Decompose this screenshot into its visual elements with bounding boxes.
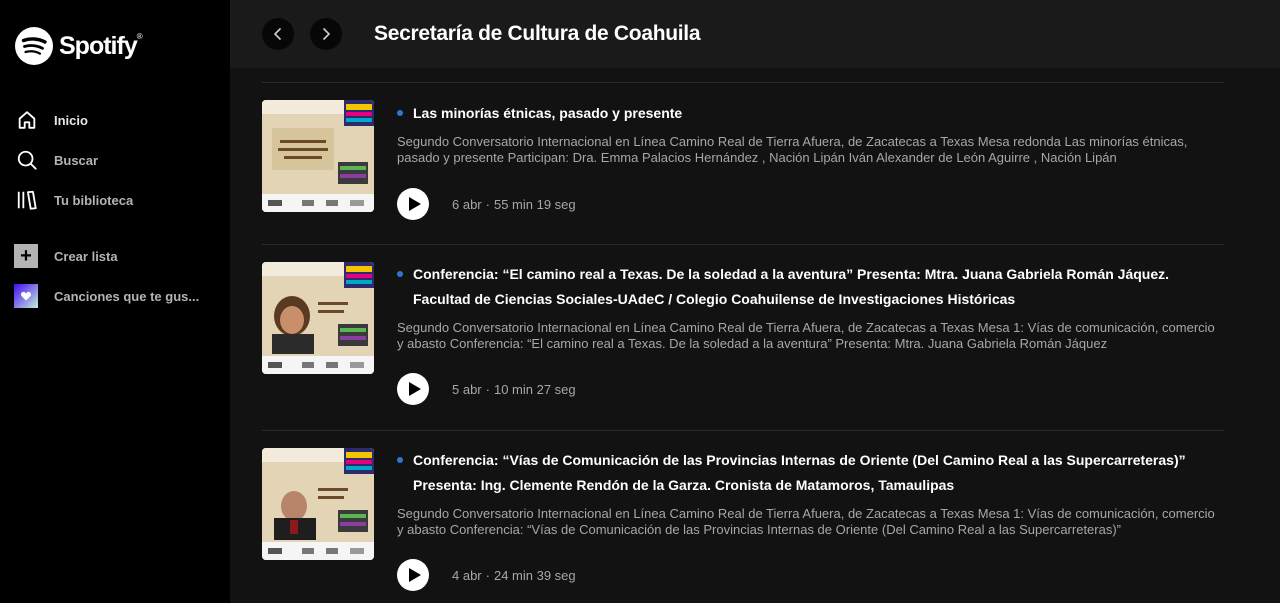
unplayed-dot-icon [397,110,403,116]
search-icon [15,148,39,172]
episode-cover-image[interactable] [262,262,374,374]
play-button[interactable] [397,559,429,591]
chevron-left-icon [273,27,282,41]
play-icon [408,382,421,396]
meta-separator: · [485,381,490,397]
episode-meta: 4 abr · 24 min 39 seg [397,559,576,591]
main-nav: Inicio Buscar Tu biblioteca [0,100,230,220]
episode-date: 5 abr [452,381,482,397]
episode-description: Segundo Conversatorio Internacional en L… [397,320,1215,351]
episode-cover-image[interactable] [262,448,374,560]
play-icon [408,197,421,211]
episode-date-duration: 4 abr · 24 min 39 seg [452,568,576,583]
page-title: Secretaría de Cultura de Coahuila [374,22,701,45]
spotify-logo[interactable]: Spotify® [15,27,143,65]
episode-title-text: Conferencia: “Vías de Comunicación de la… [413,452,1186,493]
unplayed-dot-icon [397,271,403,277]
episode-title[interactable]: Conferencia: “El camino real a Texas. De… [397,262,1224,312]
episode-duration: 55 min 19 seg [493,196,576,212]
episode-cover-image[interactable] [262,100,374,212]
episode-title[interactable]: Conferencia: “Vías de Comunicación de la… [397,448,1224,498]
episode-meta: 5 abr · 10 min 27 seg [397,373,576,405]
episode-description: Segundo Conversatorio Internacional en L… [397,506,1215,537]
heart-icon [14,284,38,308]
liked-songs-button[interactable]: Canciones que te gus... [0,276,230,316]
play-button[interactable] [397,188,429,220]
library-actions: + Crear lista Canciones que te gus... [0,236,230,316]
nav-item-search[interactable]: Buscar [0,140,230,180]
nav-item-library[interactable]: Tu biblioteca [0,180,230,220]
nav-item-home[interactable]: Inicio [0,100,230,140]
episode-body: Las minorías étnicas, pasado y presente … [397,101,1224,166]
nav-label-library: Tu biblioteca [54,192,134,208]
episode-date-duration: 5 abr · 10 min 27 seg [452,382,576,397]
unplayed-dot-icon [397,457,403,463]
episode-row[interactable]: Conferencia: “El camino real a Texas. De… [262,244,1224,430]
episode-duration: 10 min 27 seg [493,381,576,397]
brand-name: Spotify® [59,31,143,60]
episode-date: 4 abr [452,567,482,583]
episode-row[interactable]: Conferencia: “Vías de Comunicación de la… [262,430,1224,603]
back-button[interactable] [262,18,294,50]
liked-songs-label: Canciones que te gus... [54,288,200,304]
episode-date: 6 abr [452,196,482,212]
meta-separator: · [485,567,490,583]
main-view: Secretaría de Cultura de Coahuila Las mi… [230,0,1280,603]
spotify-logo-icon [15,27,53,65]
nav-label-search: Buscar [54,152,99,168]
episode-body: Conferencia: “Vías de Comunicación de la… [397,448,1224,538]
episode-row[interactable]: Las minorías étnicas, pasado y presente … [262,82,1224,244]
sidebar: Spotify® Inicio Buscar Tu biblioteca + C… [0,0,230,603]
nav-label-home: Inicio [54,112,88,128]
top-bar: Secretaría de Cultura de Coahuila [230,0,1280,68]
chevron-right-icon [322,27,331,41]
play-button[interactable] [397,373,429,405]
plus-icon: + [14,244,38,268]
episode-title[interactable]: Las minorías étnicas, pasado y presente [397,101,1224,126]
meta-separator: · [485,196,490,212]
library-icon [15,188,39,212]
episode-title-text: Las minorías étnicas, pasado y presente [413,105,683,121]
create-playlist-button[interactable]: + Crear lista [0,236,230,276]
episode-title-text: Conferencia: “El camino real a Texas. De… [413,266,1170,307]
episode-date-duration: 6 abr · 55 min 19 seg [452,197,576,212]
episode-duration: 24 min 39 seg [493,567,576,583]
episode-body: Conferencia: “El camino real a Texas. De… [397,262,1224,352]
episode-list: Las minorías étnicas, pasado y presente … [262,82,1224,603]
forward-button[interactable] [310,18,342,50]
episode-description: Segundo Conversatorio Internacional en L… [397,134,1188,165]
episode-meta: 6 abr · 55 min 19 seg [397,188,576,220]
home-icon [15,108,39,132]
create-playlist-label: Crear lista [54,248,118,264]
play-icon [408,568,421,582]
